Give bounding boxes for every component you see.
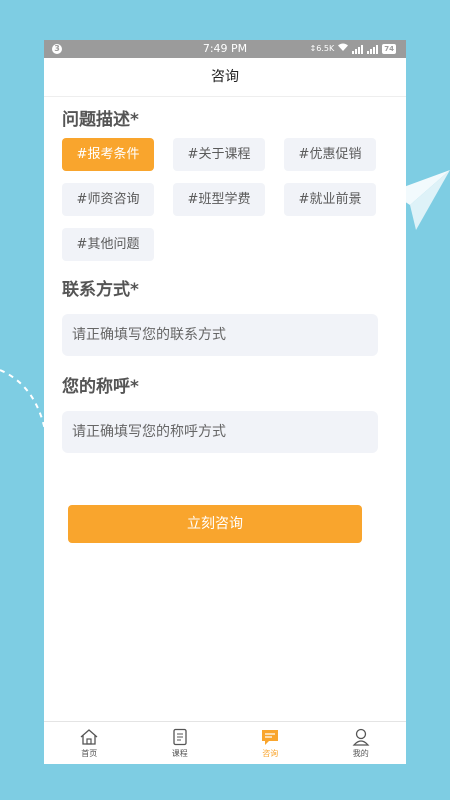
question-section-title: 问题描述* bbox=[62, 110, 139, 130]
tab-label: 首页 bbox=[81, 749, 98, 758]
tag-promotions[interactable]: #优惠促销 bbox=[284, 138, 376, 171]
contact-section-title: 联系方式* bbox=[62, 280, 139, 300]
page-title: 咨询 bbox=[44, 58, 406, 97]
question-tags: #报考条件 #关于课程 #优惠促销 #师资咨询 #班型学费 #就业前景 #其他问… bbox=[62, 138, 378, 261]
tag-about-courses[interactable]: #关于课程 bbox=[173, 138, 265, 171]
status-bar: 3 7:49 PM ↕6.5K 74 bbox=[44, 40, 406, 58]
consult-form: 问题描述* #报考条件 #关于课程 #优惠促销 #师资咨询 #班型学费 #就业前… bbox=[44, 105, 406, 543]
tag-teachers[interactable]: #师资咨询 bbox=[62, 183, 154, 216]
phone-screen: 3 7:49 PM ↕6.5K 74 咨询 问题描述* #报考条件 #关于课程 … bbox=[44, 40, 406, 764]
bottom-tab-bar: 首页 课程 咨询 我的 bbox=[44, 721, 406, 764]
tag-career-prospects[interactable]: #就业前景 bbox=[284, 183, 376, 216]
tab-label: 我的 bbox=[352, 749, 369, 758]
name-input[interactable]: 请正确填写您的称呼方式 bbox=[62, 411, 378, 453]
tab-label: 咨询 bbox=[262, 749, 279, 758]
contact-input[interactable]: 请正确填写您的联系方式 bbox=[62, 314, 378, 356]
signal-icon bbox=[352, 44, 364, 54]
tab-label: 课程 bbox=[171, 749, 188, 758]
tab-home[interactable]: 首页 bbox=[44, 722, 135, 764]
status-indicators: ↕6.5K 74 bbox=[310, 40, 396, 58]
user-icon bbox=[352, 728, 370, 746]
signal-icon-2 bbox=[367, 44, 379, 54]
submit-button[interactable]: 立刻咨询 bbox=[68, 505, 362, 543]
tag-registration-requirements[interactable]: #报考条件 bbox=[62, 138, 154, 171]
tab-courses[interactable]: 课程 bbox=[135, 722, 226, 764]
battery-icon: 74 bbox=[382, 44, 396, 54]
course-icon bbox=[173, 728, 187, 746]
tab-consult[interactable]: 咨询 bbox=[225, 722, 316, 764]
tab-mine[interactable]: 我的 bbox=[316, 722, 407, 764]
name-section-title: 您的称呼* bbox=[62, 377, 139, 397]
net-speed: ↕6.5K bbox=[309, 44, 335, 53]
home-icon bbox=[80, 729, 98, 745]
chat-icon bbox=[262, 730, 279, 745]
wifi-icon bbox=[338, 40, 349, 58]
tag-class-fees[interactable]: #班型学费 bbox=[173, 183, 265, 216]
tag-other-questions[interactable]: #其他问题 bbox=[62, 228, 154, 261]
